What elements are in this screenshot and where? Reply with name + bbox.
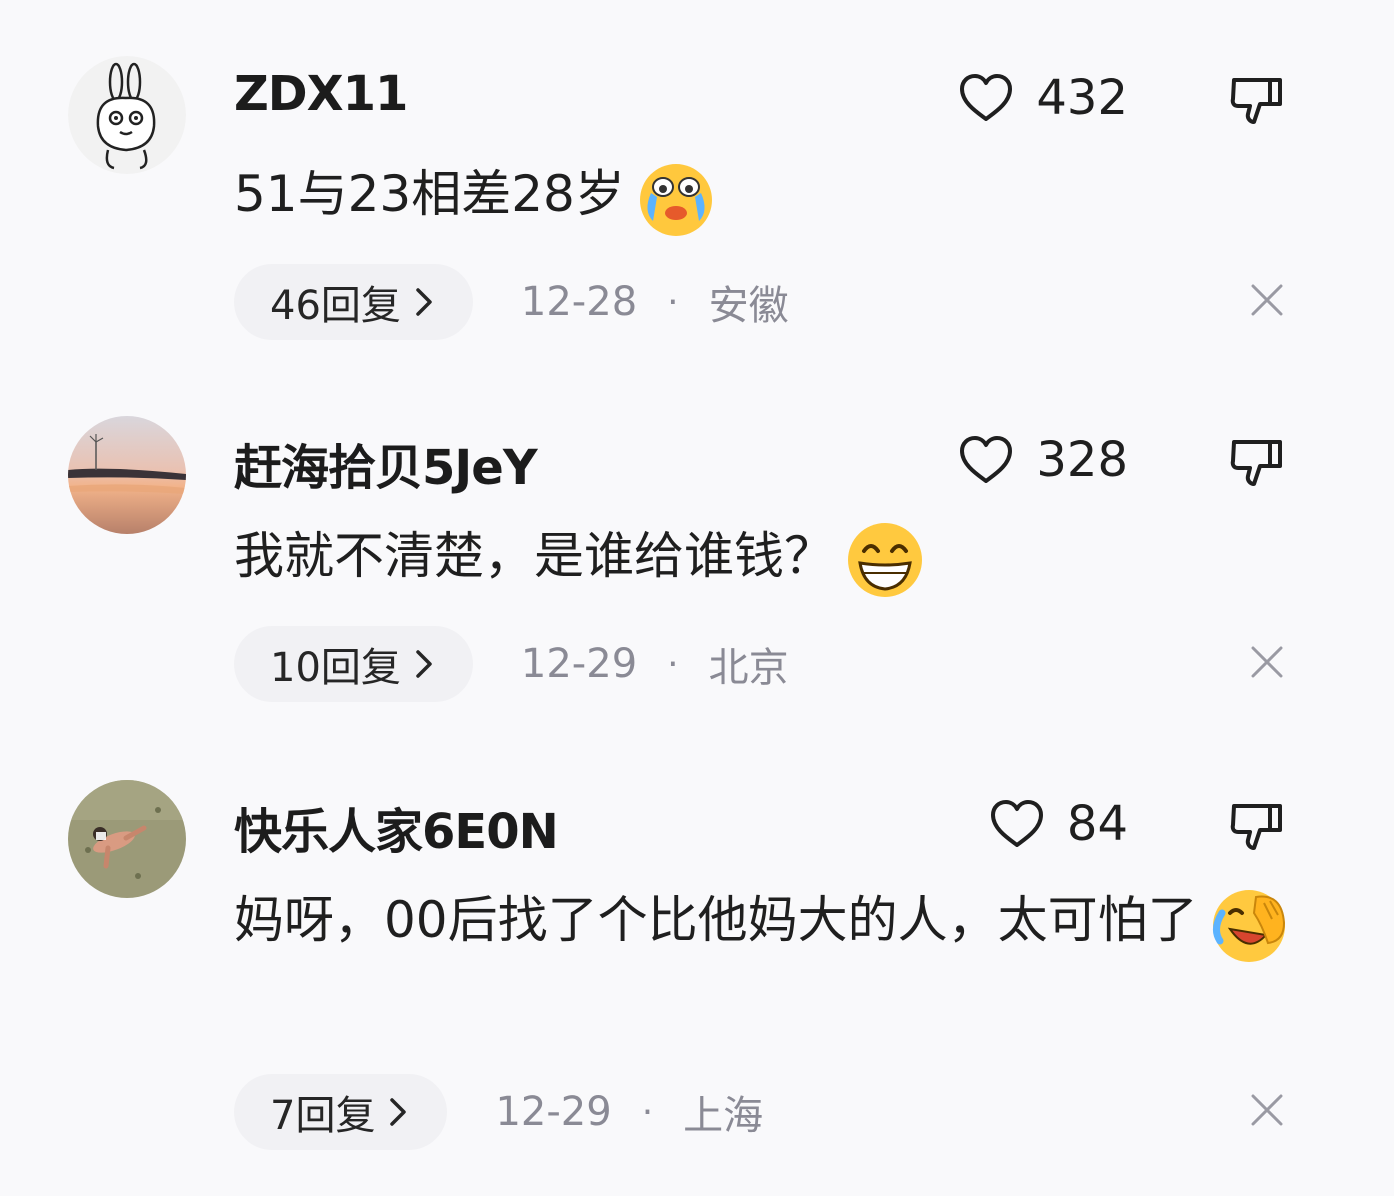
comment-date: 12-29 (520, 641, 638, 687)
comment-location: 安徽 (708, 283, 789, 329)
dislike-button[interactable] (1226, 432, 1286, 492)
chevron-right-icon (416, 288, 432, 316)
close-icon (1251, 646, 1283, 678)
close-icon (1251, 1094, 1283, 1126)
username[interactable]: ZDX11 (234, 66, 408, 122)
comment-location: 北京 (708, 645, 789, 691)
sunset-beach-avatar-icon (68, 416, 186, 534)
avatar[interactable] (68, 56, 186, 174)
heart-icon (990, 800, 1043, 847)
avatar[interactable] (68, 416, 186, 534)
comment-location: 上海 (683, 1093, 764, 1139)
comment-meta: 10回复 12-29 · 北京 (234, 624, 789, 704)
replies-count: 7回复 (270, 1093, 376, 1139)
dismiss-button[interactable] (1250, 645, 1284, 679)
comment-meta: 46回复 12-28 · 安徽 (234, 262, 789, 342)
like-count: 432 (1036, 70, 1128, 126)
comment-text-body: 51与23相差28岁 (234, 165, 625, 223)
comment-meta: 7回复 12-29 · 上海 (234, 1072, 763, 1152)
replies-count: 10回复 (270, 645, 401, 691)
comment-item: 快乐人家6E0N 84 妈呀，00后找了个比他妈大的人，太可怕了 7回复 12-… (0, 722, 1394, 1196)
dislike-button[interactable] (1226, 70, 1286, 130)
meta-separator: · (667, 643, 679, 685)
laughing-crying-face-icon (1208, 883, 1290, 965)
username[interactable]: 赶海拾贝5JeY (234, 428, 538, 498)
like-button[interactable]: 84 (989, 794, 1128, 854)
comment-date: 12-29 (495, 1089, 612, 1135)
chevron-right-icon (416, 650, 432, 678)
comment-item: ZDX11 432 51与23相差28岁 46回复 12-28 · 安徽 (0, 0, 1394, 360)
heart-icon (960, 74, 1013, 121)
rabbit-avatar-icon (68, 56, 186, 174)
like-button[interactable]: 328 (958, 430, 1128, 490)
heart-icon (960, 436, 1013, 483)
comment-date: 12-28 (520, 279, 638, 325)
meta-separator: · (641, 1091, 654, 1133)
dislike-button[interactable] (1226, 796, 1286, 856)
meta-separator: · (667, 281, 679, 323)
comment-text-body: 妈呀，00后找了个比他妈大的人，太可怕了 (234, 891, 1198, 949)
like-count: 84 (1066, 796, 1128, 852)
thumbs-down-icon (1230, 78, 1282, 124)
chevron-right-icon (390, 1098, 407, 1126)
like-button[interactable]: 432 (958, 68, 1128, 128)
replies-button[interactable]: 10回复 (234, 626, 473, 702)
like-count: 328 (1036, 432, 1128, 488)
crying-face-icon (635, 157, 717, 239)
grinning-face-icon (844, 519, 926, 601)
grass-photo-avatar-icon (68, 780, 186, 898)
close-icon (1251, 284, 1283, 316)
replies-button[interactable]: 46回复 (234, 264, 473, 340)
username[interactable]: 快乐人家6E0N (234, 792, 559, 862)
dismiss-button[interactable] (1250, 1093, 1284, 1127)
comment-item: 赶海拾贝5JeY 328 我就不清楚，是谁给谁钱？ 10回复 12-29 · 北… (0, 360, 1394, 722)
thumbs-down-icon (1230, 440, 1282, 486)
thumbs-down-icon (1230, 804, 1282, 850)
replies-count: 46回复 (270, 283, 401, 329)
comment-text: 我就不清楚，是谁给谁钱？ (234, 510, 1324, 602)
comment-text-body: 我就不清楚，是谁给谁钱？ (234, 527, 834, 585)
replies-button[interactable]: 7回复 (234, 1074, 448, 1150)
comment-text: 妈呀，00后找了个比他妈大的人，太可怕了 (234, 874, 1294, 966)
avatar[interactable] (68, 780, 186, 898)
dismiss-button[interactable] (1250, 283, 1284, 317)
comment-text: 51与23相差28岁 (234, 148, 1324, 240)
